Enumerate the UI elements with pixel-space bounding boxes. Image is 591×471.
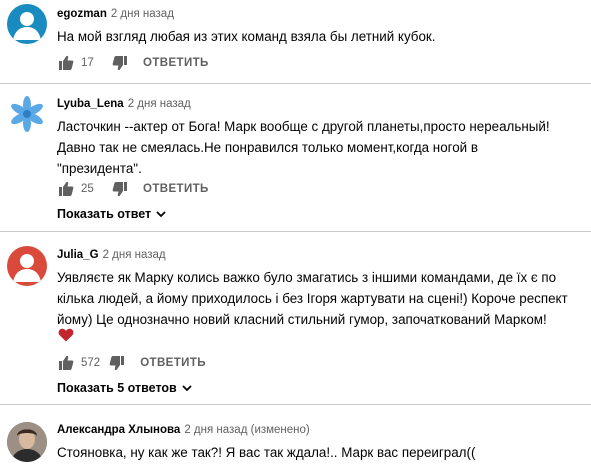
thumbs-up-icon: [59, 55, 74, 70]
like-button[interactable]: [57, 354, 75, 372]
photo-avatar-icon: [7, 422, 47, 462]
divider: [0, 404, 591, 405]
show-replies-label: Показать 5 ответов: [57, 381, 177, 395]
comment-author[interactable]: Александра Хлынова: [57, 424, 180, 436]
comment-text-line: Стояновка, ну как же так?! Я вас так жда…: [57, 445, 476, 460]
comment-text-line: "президента".: [57, 161, 142, 176]
like-button[interactable]: [57, 54, 75, 72]
reply-button[interactable]: ОТВЕТИТЬ: [143, 183, 209, 195]
show-replies-button[interactable]: Показать 5 ответов: [57, 381, 192, 395]
chevron-down-icon: [156, 211, 166, 218]
heart-icon: [58, 328, 74, 342]
comment-text-line: кілька людей, а йому приходилось і без І…: [57, 291, 568, 306]
comment-actions: 25 ОТВЕТИТЬ: [57, 179, 209, 199]
comment-text: Уявляєте як Марку колись важко було змаг…: [57, 267, 571, 330]
comment-author[interactable]: egozman: [57, 8, 107, 20]
thumbs-up-icon: [59, 355, 74, 370]
dislike-button[interactable]: [111, 54, 129, 72]
comment-text: На мой взгляд любая из этих команд взяла…: [57, 26, 571, 47]
dislike-button[interactable]: [111, 180, 129, 198]
snowflake-icon: [11, 96, 43, 132]
chevron-down-icon: [182, 385, 192, 392]
like-count: 17: [81, 57, 94, 69]
comment-time[interactable]: 2 дня назад: [103, 249, 166, 261]
comment-time[interactable]: 2 дня назад (изменено): [184, 424, 309, 436]
comment-text: Ласточкин --актер от Бога! Марк вообще с…: [57, 116, 571, 179]
comment-text-line: Уявляєте як Марку колись важко було змаг…: [57, 270, 557, 285]
dislike-button[interactable]: [108, 354, 126, 372]
reply-button[interactable]: ОТВЕТИТЬ: [140, 357, 206, 369]
thumbs-up-icon: [59, 181, 74, 196]
comment-text-line: На мой взгляд любая из этих команд взяла…: [57, 29, 436, 44]
comment-time[interactable]: 2 дня назад: [111, 8, 174, 20]
comment-author[interactable]: Lyuba_Lena: [57, 98, 124, 110]
avatar[interactable]: [7, 422, 47, 462]
comment-time[interactable]: 2 дня назад: [128, 98, 191, 110]
thumbs-down-icon: [112, 56, 127, 71]
avatar[interactable]: [7, 4, 47, 44]
user-silhouette-icon: [13, 12, 41, 40]
comment-actions: 572 ОТВЕТИТЬ: [57, 353, 206, 373]
divider: [0, 83, 591, 84]
thumbs-down-icon: [109, 356, 125, 371]
user-silhouette-icon: [13, 254, 41, 282]
avatar[interactable]: [7, 94, 47, 134]
like-count: 572: [81, 357, 101, 369]
comment-author[interactable]: Julia_G: [57, 249, 99, 261]
show-replies-label: Показать ответ: [57, 207, 152, 221]
thumbs-down-icon: [112, 182, 127, 197]
divider: [0, 231, 591, 232]
like-button[interactable]: [57, 180, 75, 198]
reply-button[interactable]: ОТВЕТИТЬ: [143, 57, 209, 69]
comment-text-line: Ласточкин --актер от Бога! Марк вообще с…: [57, 119, 550, 134]
avatar[interactable]: [7, 246, 47, 286]
comment-actions: 17 ОТВЕТИТЬ: [57, 53, 209, 73]
like-count: 25: [81, 183, 94, 195]
comment-text: Стояновка, ну как же так?! Я вас так жда…: [57, 442, 571, 463]
comment-text-line: Давно так не смеялась.Не понравился толь…: [57, 140, 478, 155]
comment-text-line: йому) Це однозначно новий класний стильн…: [57, 312, 547, 327]
show-replies-button[interactable]: Показать ответ: [57, 207, 166, 221]
